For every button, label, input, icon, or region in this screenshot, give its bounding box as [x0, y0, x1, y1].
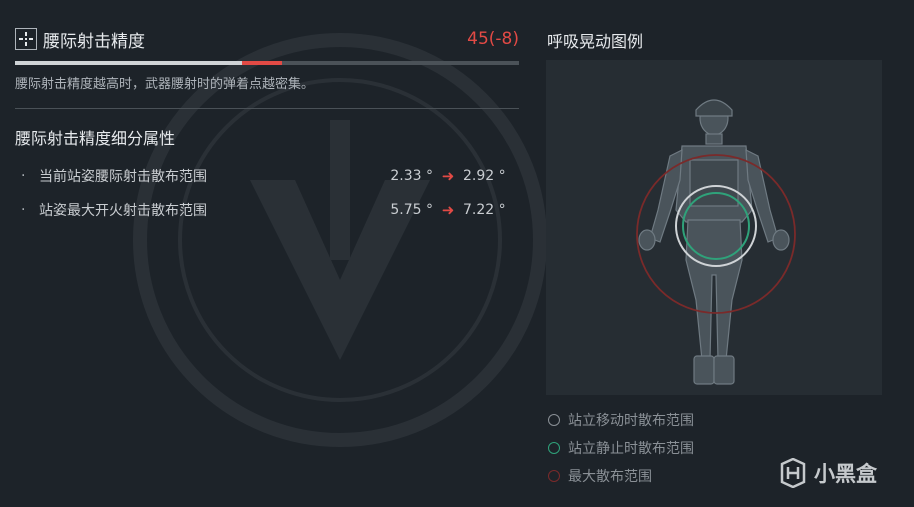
- hip-fire-accuracy-panel: 腰际射击精度 45(-8) 腰际射击精度越高时，武器腰射时的弹着点越密集。 腰际…: [15, 24, 519, 227]
- old-value: 2.33 °: [390, 168, 433, 184]
- crosshair-icon: [15, 28, 37, 50]
- stat-value: 45(-8): [467, 29, 519, 49]
- breathing-sway-title: 呼吸晃动图例: [547, 32, 644, 51]
- circle-icon: [548, 470, 560, 482]
- new-value: 7.22 °: [463, 202, 506, 218]
- detail-label: 站姿最大开火射击散布范围: [39, 203, 207, 219]
- legend-label: 最大散布范围: [568, 469, 652, 485]
- legend-label: 站立移动时散布范围: [568, 413, 694, 429]
- detail-list: · 当前站姿腰际射击散布范围 2.33 ° ➜ 2.92 ° · 站姿最大开火射…: [15, 159, 519, 227]
- legend-label: 站立静止时散布范围: [568, 441, 694, 457]
- breathing-sway-figure: [546, 60, 882, 395]
- arrow-right-icon: ➜: [441, 201, 455, 219]
- stat-description: 腰际射击精度越高时，武器腰射时的弹着点越密集。: [15, 77, 315, 92]
- detail-section-title: 腰际射击精度细分属性: [15, 129, 176, 148]
- stat-progress-bar: [15, 61, 519, 65]
- bullet: ·: [21, 202, 26, 218]
- progress-fill: [15, 61, 242, 65]
- legend-item-max-spread: 最大散布范围: [548, 462, 694, 490]
- detail-row: · 站姿最大开火射击散布范围 5.75 ° ➜ 7.22 °: [15, 193, 519, 227]
- old-value: 5.75 °: [390, 202, 433, 218]
- progress-decrease: [241, 61, 283, 65]
- legend-item-stand-still: 站立静止时散布范围: [548, 434, 694, 462]
- stat-header: 腰际射击精度 45(-8): [15, 24, 519, 54]
- soldier-figure-icon: [638, 99, 790, 385]
- divider: [15, 108, 519, 109]
- legend: 站立移动时散布范围 站立静止时散布范围 最大散布范围: [548, 406, 694, 490]
- legend-item-stand-move: 站立移动时散布范围: [548, 406, 694, 434]
- detail-label: 当前站姿腰际射击散布范围: [39, 169, 207, 185]
- circle-icon: [548, 414, 560, 426]
- bullet: ·: [21, 168, 26, 184]
- circle-icon: [548, 442, 560, 454]
- xiaoheihe-logo-icon: [780, 458, 806, 488]
- stat-title: 腰际射击精度: [43, 31, 145, 52]
- arrow-right-icon: ➜: [441, 167, 455, 185]
- watermark-text: 小黑盒: [814, 462, 877, 486]
- detail-row: · 当前站姿腰际射击散布范围 2.33 ° ➜ 2.92 °: [15, 159, 519, 193]
- new-value: 2.92 °: [463, 168, 506, 184]
- xiaoheihe-watermark: 小黑盒: [778, 458, 877, 488]
